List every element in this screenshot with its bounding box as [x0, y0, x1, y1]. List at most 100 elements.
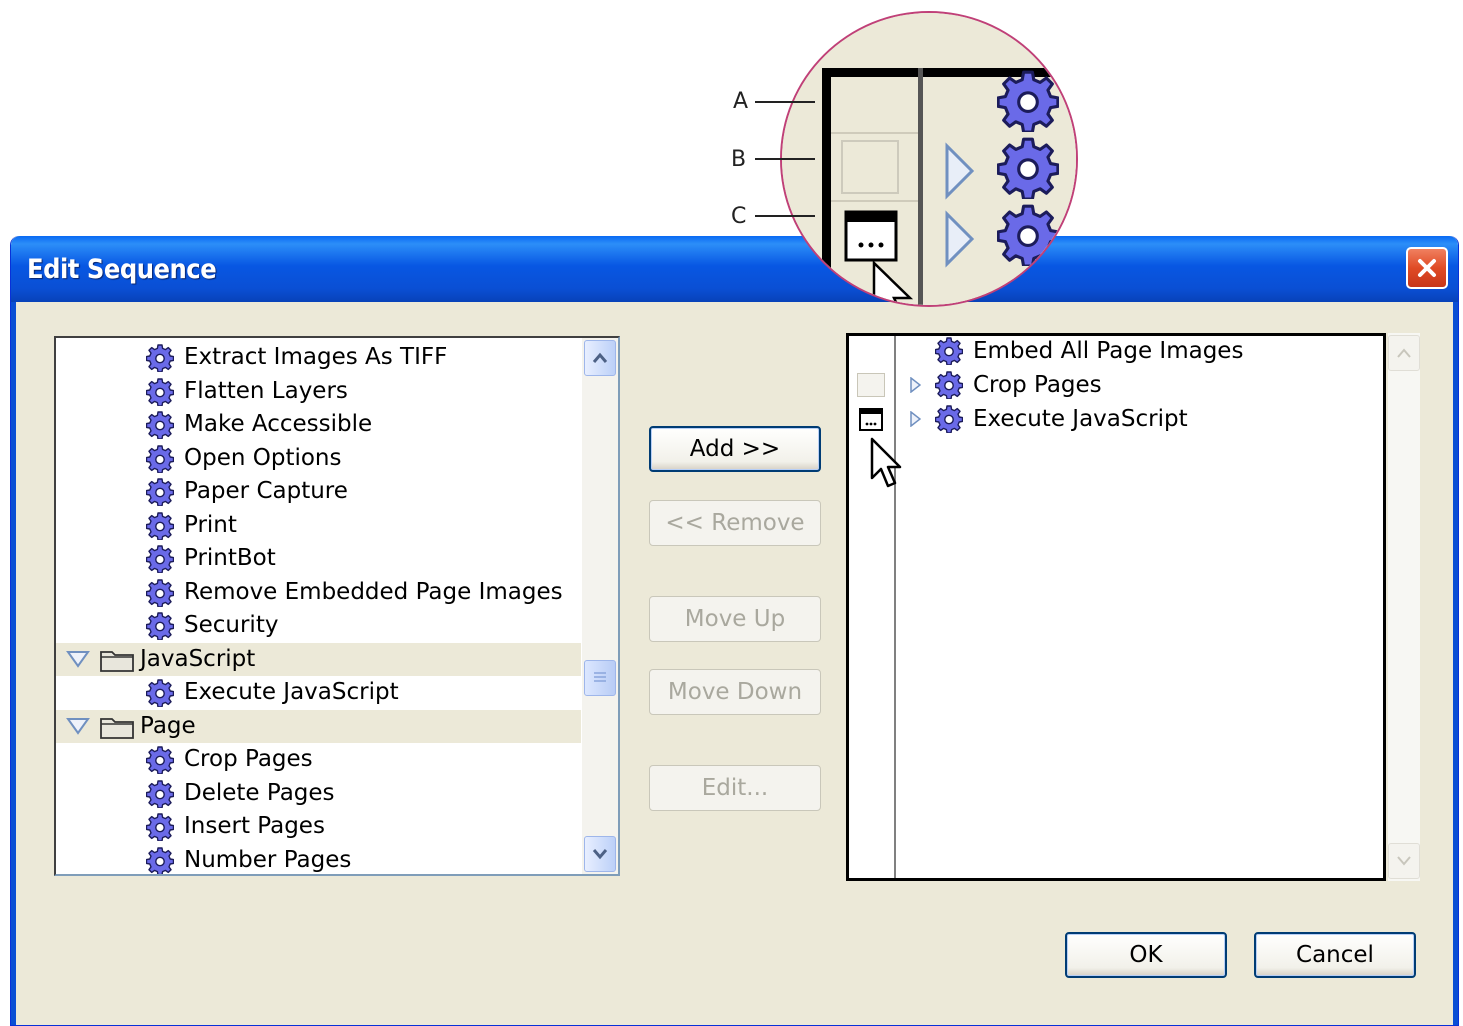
edit-button[interactable]: Edit...	[649, 765, 821, 811]
sequence-item-label: Execute JavaScript	[973, 406, 1188, 432]
window-frame-left	[11, 302, 16, 1025]
gear-icon	[146, 545, 174, 573]
gear-icon	[146, 847, 174, 875]
gear-icon	[935, 405, 963, 433]
gear-icon	[146, 579, 174, 607]
tree-command-row[interactable]: Number Pages	[56, 844, 581, 877]
move-up-button[interactable]: Move Up	[649, 596, 821, 642]
callout-magnifier	[780, 11, 1078, 307]
tree-command-row[interactable]: PrintBot	[56, 542, 581, 575]
sequence-item-label: Crop Pages	[973, 372, 1102, 398]
expanded-triangle-icon[interactable]	[66, 717, 90, 735]
sequence-scroll-up-button[interactable]	[1388, 335, 1420, 371]
gear-icon	[146, 746, 174, 774]
available-commands-list[interactable]: Extract Images As TIFF Flatten Layers Make…	[54, 336, 620, 876]
window-frame-right	[1453, 302, 1458, 1025]
gear-icon	[146, 813, 174, 841]
remove-button[interactable]: << Remove	[649, 500, 821, 546]
dialog-title: Edit Sequence	[27, 254, 217, 285]
left-list-scrollbar[interactable]	[582, 338, 618, 874]
gear-icon	[146, 445, 174, 473]
tree-command-row[interactable]: Execute JavaScript	[56, 676, 581, 709]
tree-command-row[interactable]: Print	[56, 509, 581, 542]
ok-button[interactable]: OK	[1065, 932, 1227, 978]
folder-icon	[100, 650, 134, 672]
close-button[interactable]	[1406, 247, 1448, 289]
gear-icon	[146, 612, 174, 640]
folder-icon	[100, 717, 134, 739]
tree-command-row[interactable]: Flatten Layers	[56, 375, 581, 408]
chevron-down-icon	[592, 849, 608, 860]
tree-command-row[interactable]: Open Options	[56, 442, 581, 475]
gear-icon	[997, 70, 1059, 132]
tree-command-row[interactable]: Crop Pages	[56, 743, 581, 776]
dialog-toggle-empty[interactable]	[857, 373, 885, 397]
sequence-item-row[interactable]: Embed All Page Images	[849, 334, 1369, 368]
sequence-scroll-down-button[interactable]	[1388, 843, 1420, 879]
grip-icon	[594, 672, 606, 682]
scroll-up-button[interactable]	[584, 340, 616, 376]
tree-item-label: Make Accessible	[184, 411, 373, 437]
chevron-down-icon	[1397, 856, 1411, 866]
gear-icon	[997, 137, 1059, 199]
mouse-pointer-icon	[870, 437, 902, 488]
sequence-item-row[interactable]: Execute JavaScript	[849, 402, 1369, 436]
expand-triangle-icon[interactable]	[909, 377, 921, 393]
tree-item-label: Paper Capture	[184, 478, 348, 504]
tree-item-label: Print	[184, 511, 237, 538]
tree-item-label: JavaScript	[140, 645, 256, 672]
gear-icon	[935, 371, 963, 399]
gear-icon	[146, 411, 174, 439]
tree-item-label: Insert Pages	[184, 813, 325, 839]
gear-icon	[997, 204, 1059, 266]
tree-item-label: Extract Images As TIFF	[184, 344, 448, 370]
callout-leader-b	[755, 158, 815, 160]
gear-icon	[146, 780, 174, 808]
scroll-thumb[interactable]	[584, 660, 616, 696]
callout-label-a: A	[733, 89, 749, 114]
gear-icon	[935, 337, 963, 365]
tree-item-label: Number Pages	[184, 846, 352, 873]
edit-sequence-dialog: Edit Sequence Extract Images As TIFF Flat…	[10, 236, 1459, 1026]
gear-icon	[146, 344, 174, 372]
close-icon	[1418, 259, 1436, 277]
expand-triangle-icon[interactable]	[909, 411, 921, 427]
tree-item-label: Remove Embedded Page Images	[184, 578, 563, 605]
gear-icon	[146, 512, 174, 540]
tree-item-label: Security	[184, 612, 279, 638]
expanded-triangle-icon[interactable]	[66, 650, 90, 668]
callout-label-c: C	[731, 204, 747, 229]
gear-icon	[146, 378, 174, 406]
callout-leader-a	[755, 101, 815, 103]
title-bar[interactable]: Edit Sequence	[11, 236, 1458, 302]
move-down-button[interactable]: Move Down	[649, 669, 821, 715]
sequence-item-label: Embed All Page Images	[973, 338, 1244, 364]
gear-icon	[146, 679, 174, 707]
chevron-up-icon	[1397, 348, 1411, 358]
dialog-toggle-icon[interactable]	[858, 407, 886, 433]
tree-item-label: Delete Pages	[184, 779, 335, 806]
add-button[interactable]: Add >>	[649, 426, 821, 472]
chevron-up-icon	[592, 352, 608, 363]
tree-command-row[interactable]: Extract Images As TIFF	[56, 341, 581, 374]
callout-label-b: B	[731, 147, 747, 172]
tree-item-label: Page	[140, 712, 196, 739]
sequence-item-row[interactable]: Crop Pages	[849, 368, 1369, 402]
tree-folder-row[interactable]: Page	[56, 709, 581, 743]
sequence-commands-list[interactable]: Embed All Page Images Crop Pages Execute J…	[846, 333, 1386, 881]
tree-command-row[interactable]: Insert Pages	[56, 810, 581, 843]
tree-item-label: Crop Pages	[184, 746, 313, 772]
tree-item-label: Flatten Layers	[184, 377, 348, 404]
tree-command-row[interactable]: Make Accessible	[56, 408, 581, 441]
sequence-list-scrollbar[interactable]	[1388, 333, 1420, 881]
tree-command-row[interactable]: Paper Capture	[56, 475, 581, 508]
tree-item-label: PrintBot	[184, 545, 276, 571]
cancel-button[interactable]: Cancel	[1254, 932, 1416, 978]
tree-command-row[interactable]: Security	[56, 609, 581, 642]
scroll-down-button[interactable]	[584, 836, 616, 872]
tree-command-row[interactable]: Remove Embedded Page Images	[56, 576, 581, 609]
callout-leader-c	[755, 215, 815, 217]
tree-folder-row[interactable]: JavaScript	[56, 642, 581, 676]
tree-command-row[interactable]: Delete Pages	[56, 777, 581, 810]
gear-icon	[146, 478, 174, 506]
